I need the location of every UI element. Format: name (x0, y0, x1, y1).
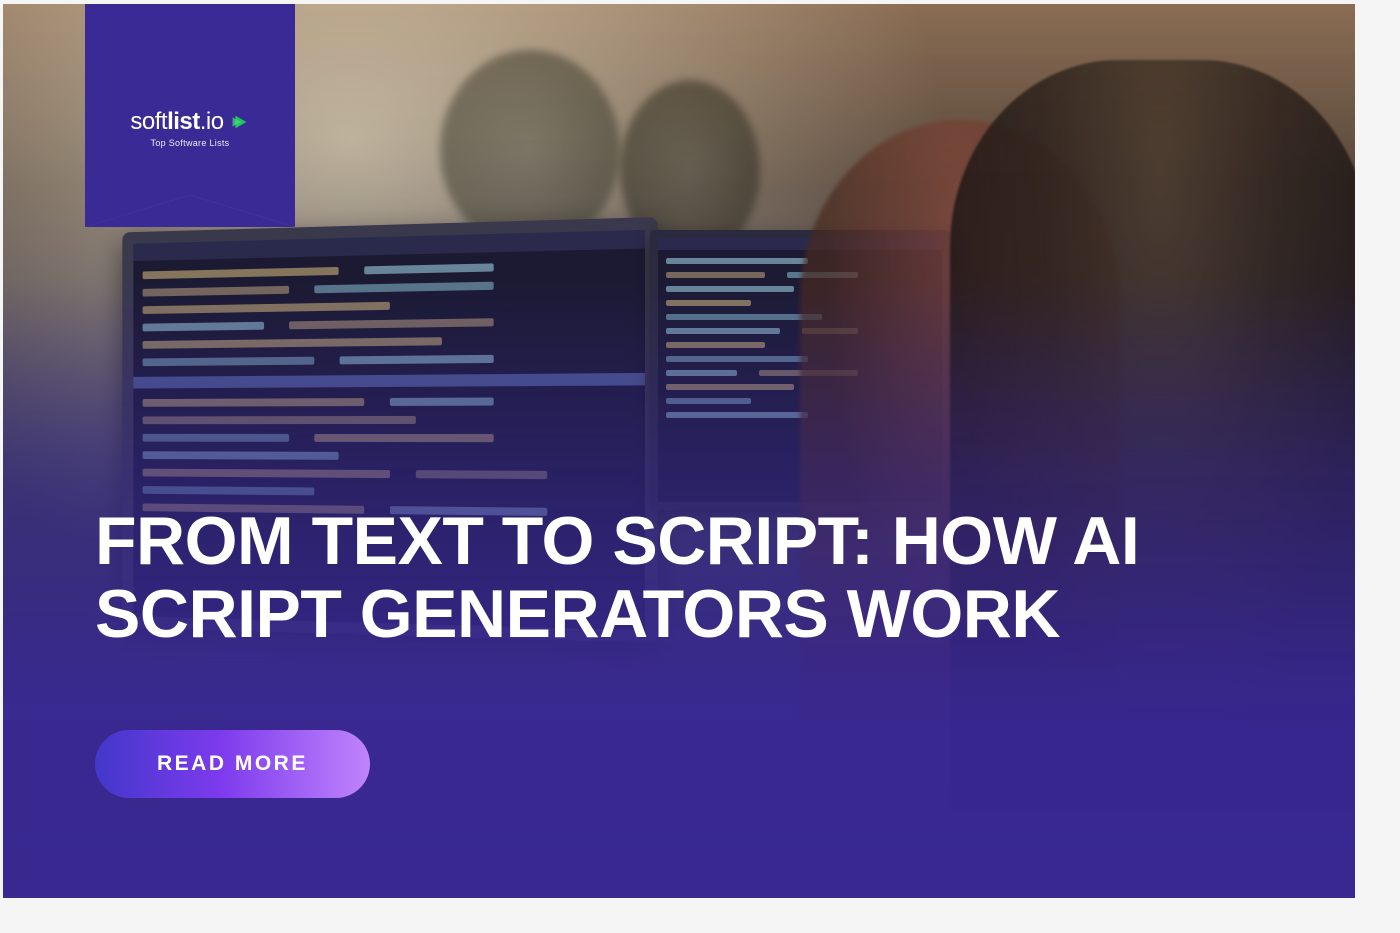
logo-brand-text: softlist.io (130, 108, 223, 136)
logo-ribbon: softlist.io Top Software Lists (85, 0, 295, 195)
headline-text: FROM TEXT TO SCRIPT: HOW AI SCRIPT GENER… (95, 505, 1340, 652)
read-more-button[interactable]: READ MORE (95, 730, 370, 798)
headline-container: FROM TEXT TO SCRIPT: HOW AI SCRIPT GENER… (95, 505, 1340, 652)
hero-banner: softlist.io Top Software Lists FROM TEXT… (0, 0, 1400, 933)
cta-label: READ MORE (157, 752, 308, 776)
logo-tagline: Top Software Lists (151, 138, 230, 148)
play-icon (228, 111, 250, 133)
